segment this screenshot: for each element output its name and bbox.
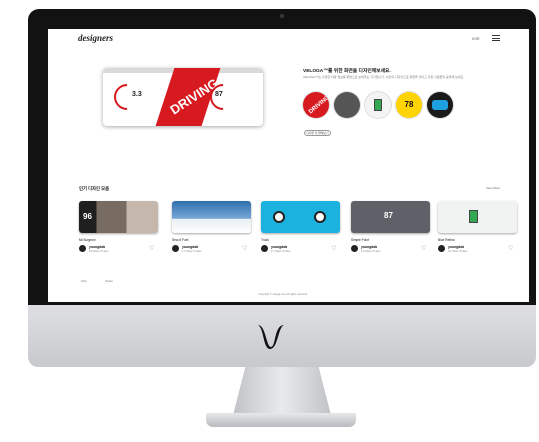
author-avatar (438, 245, 445, 252)
heart-icon[interactable]: ♡ (508, 245, 513, 252)
card-big-value: 87 (384, 211, 393, 220)
hero-preview: 3.3 DRIVING 87 (103, 68, 263, 126)
theme-circle-blue[interactable] (427, 92, 453, 118)
heart-icon[interactable]: ♡ (331, 245, 336, 252)
design-card[interactable]: Truck youngdab 17 Views 0 Likes ♡ (261, 201, 340, 253)
veloga-logo-icon (258, 325, 284, 349)
author-name: youngdab (448, 245, 465, 249)
hero-left-value: 3.3 (132, 91, 142, 98)
language-select[interactable]: KOR (472, 37, 480, 41)
hamburger-menu-icon[interactable] (492, 35, 500, 41)
card-stats: 17 Views 0 Likes (271, 250, 291, 253)
card-stats: 14 Views 0 Likes (361, 250, 381, 253)
theme-circle-78[interactable]: 78 (396, 92, 422, 118)
screen: designers KOR 3.3 DRIVING 87 VELOGA™를 위한… (48, 29, 529, 302)
author-avatar (261, 245, 268, 252)
author-avatar (351, 245, 358, 252)
theme-circle-battery[interactable] (365, 92, 391, 118)
card-thumbnail[interactable] (172, 201, 251, 233)
monitor-neck (233, 367, 331, 415)
battery-icon (469, 210, 478, 223)
card-title: Simple Point (351, 238, 369, 242)
author-name: youngdab (182, 245, 199, 249)
author-avatar (172, 245, 179, 252)
card-thumbnail[interactable]: 96 (79, 201, 158, 233)
truck-eye-icon (314, 211, 326, 223)
design-card[interactable]: Sea of Fuel youngdab 17 Views 0 Likes ♡ (172, 201, 251, 253)
view-more-link[interactable]: View More (486, 186, 500, 190)
author-name: youngdab (361, 245, 378, 249)
heart-icon[interactable]: ♡ (242, 245, 247, 252)
footer-link-faq[interactable]: FAQ (81, 279, 87, 283)
card-title: Sea of Fuel (172, 238, 189, 242)
footer-link-notice[interactable]: Notice (105, 279, 113, 283)
author-avatar (79, 245, 86, 252)
design-card[interactable]: Blue Retina youngdab 10 Views 0 Likes ♡ (438, 201, 517, 253)
page-description: VELOGA™는 다양한 차량 정보를 화면으로 보여주는 기기입니다. 나만의… (303, 75, 465, 79)
section-title: 인기 디자인 모음 (79, 186, 110, 191)
learn-more-button[interactable]: 디자인 더 알아보기 (304, 130, 331, 136)
card-thumbnail[interactable] (261, 201, 340, 233)
card-title: Blue Retina (438, 238, 455, 242)
card-stats: 10 Views 0 Likes (448, 250, 468, 253)
page-title: VELOGA™를 위한 화면을 디자인해보세요. (303, 69, 391, 74)
card-stats: 17 Views 0 Likes (182, 250, 202, 253)
theme-circle-people[interactable] (334, 92, 360, 118)
site-logo[interactable]: designers (78, 33, 113, 43)
card-thumbnail[interactable]: 87 (351, 201, 430, 233)
battery-icon (374, 99, 382, 111)
theme-circle-label: DRIVING (307, 94, 329, 116)
card-title: Mr.Surgeon (79, 238, 96, 242)
card-big-value: 96 (83, 212, 92, 221)
monitor-base (206, 413, 356, 427)
camera-dot (280, 14, 284, 18)
design-card[interactable]: 87 Simple Point youngdab 14 Views 0 Like… (351, 201, 430, 253)
card-stats: 23 Views 0 Likes (89, 250, 109, 253)
heart-icon[interactable]: ♡ (421, 245, 426, 252)
truck-eye-icon (273, 211, 285, 223)
design-card[interactable]: 96 Mr.Surgeon youngdab 23 Views 0 Likes … (79, 201, 158, 253)
author-name: youngdab (271, 245, 288, 249)
card-title: Truck (261, 238, 269, 242)
hero-right-value: 87 (215, 91, 223, 98)
copyright-text: Copyright © veloga.com All rights reserv… (258, 293, 308, 296)
card-thumbnail[interactable] (438, 201, 517, 233)
dashboard-icon (432, 100, 448, 110)
heart-icon[interactable]: ♡ (149, 245, 154, 252)
author-name: youngdab (89, 245, 106, 249)
theme-circle-driving[interactable]: DRIVING (303, 92, 329, 118)
